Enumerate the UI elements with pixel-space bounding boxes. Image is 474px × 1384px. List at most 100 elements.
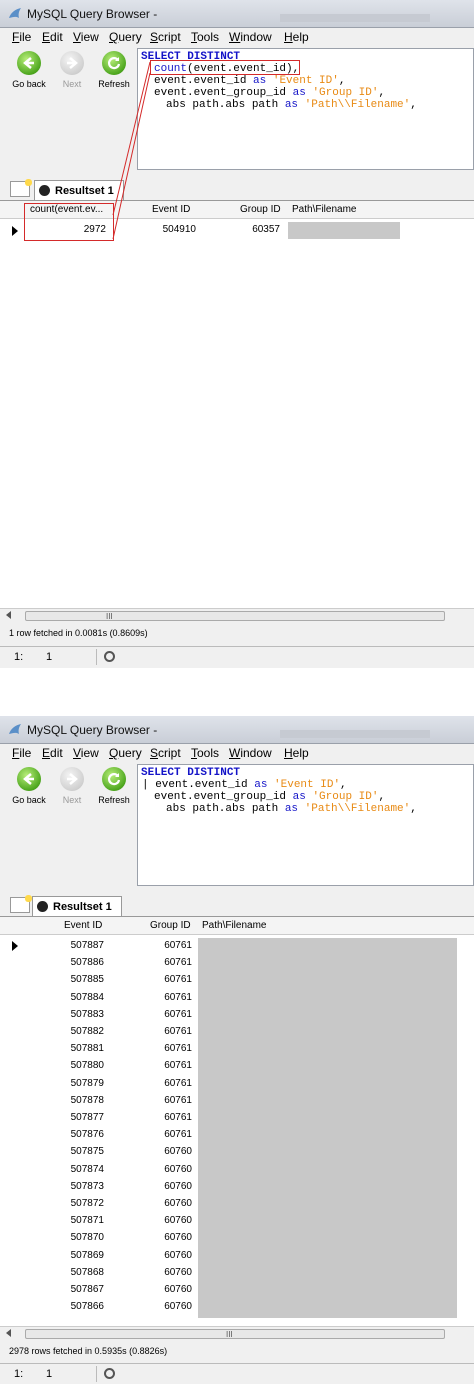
menu-item-script[interactable]: Script	[150, 746, 181, 760]
scroll-left-icon[interactable]	[6, 611, 11, 619]
grid-header: Event ID Group ID Path\Filename	[0, 917, 474, 935]
table-row[interactable]: 507868 60760	[0, 1265, 474, 1282]
table-row[interactable]: 507881 60761	[0, 1041, 474, 1058]
title-redacted	[280, 14, 430, 22]
table-row[interactable]: 507880 60761	[0, 1058, 474, 1075]
menu-item-edit[interactable]: Edit	[42, 30, 63, 44]
menu-bar: File Edit View Query Script Tools Window Help	[0, 28, 474, 46]
table-row[interactable]: 507875 60760	[0, 1144, 474, 1161]
dolphin-icon	[9, 8, 21, 18]
table-row[interactable]: 507870 60760	[0, 1230, 474, 1247]
menu-item-script[interactable]: Script	[150, 30, 181, 44]
column-header[interactable]: Event ID	[64, 920, 102, 931]
tab-resultset-1[interactable]: Resultset 1	[34, 180, 124, 200]
table-row[interactable]: 507885 60761	[0, 972, 474, 989]
table-row[interactable]: 507872 60760	[0, 1196, 474, 1213]
title-redacted	[280, 730, 430, 738]
menu-item-help[interactable]: Help	[284, 30, 309, 44]
column-header[interactable]: Path\Filename	[202, 920, 266, 931]
menu-item-file[interactable]: File	[12, 746, 31, 760]
dolphin-icon	[9, 724, 21, 734]
status-bar: 1: 1	[0, 646, 474, 666]
arrow-left-icon	[23, 773, 34, 785]
new-tab-icon[interactable]	[10, 895, 32, 913]
result-grid: count(event.ev... Event ID Group ID Path…	[0, 200, 474, 608]
table-row[interactable]: 507887 60761	[0, 938, 474, 955]
menu-item-window[interactable]: Window	[229, 30, 272, 44]
result-tabstrip: Resultset 1	[0, 178, 474, 200]
current-row-icon	[12, 226, 18, 236]
count-highlight-box	[150, 60, 300, 75]
next-button[interactable]: Next	[52, 51, 92, 99]
horizontal-scrollbar[interactable]: III	[0, 608, 474, 622]
table-row[interactable]: 507871 60760	[0, 1213, 474, 1230]
table-row[interactable]: 507874 60760	[0, 1162, 474, 1179]
go-back-button[interactable]: Go back	[9, 51, 49, 99]
sql-editor[interactable]: SELECT DISTINCT | event.event_id as 'Eve…	[137, 764, 474, 886]
next-button[interactable]: Next	[52, 767, 92, 815]
table-row[interactable]: 507876 60761	[0, 1127, 474, 1144]
result-status: 1 row fetched in 0.0081s (0.8609s)	[0, 625, 474, 641]
connection-icon	[104, 651, 115, 662]
refresh-icon	[107, 773, 121, 786]
refresh-button[interactable]: Refresh	[94, 767, 134, 815]
menu-item-file[interactable]: File	[12, 30, 31, 44]
scroll-left-icon[interactable]	[6, 1329, 11, 1337]
go-back-button[interactable]: Go back	[9, 767, 49, 815]
arrow-left-icon	[23, 57, 34, 69]
status-bar: 1: 1	[0, 1363, 474, 1383]
column-header[interactable]: Group ID	[240, 204, 281, 215]
count-result-highlight-box	[24, 203, 114, 241]
connection-icon	[104, 1368, 115, 1379]
menu-item-tools[interactable]: Tools	[191, 746, 219, 760]
window-title: MySQL Query Browser -	[27, 723, 158, 737]
menu-item-edit[interactable]: Edit	[42, 746, 63, 760]
result-grid: Event ID Group ID Path\Filename 507887 60…	[0, 916, 474, 1326]
tab-resultset-1[interactable]: Resultset 1	[32, 896, 122, 916]
table-row[interactable]: 507884 60761	[0, 990, 474, 1007]
table-row[interactable]: 507869 60760	[0, 1248, 474, 1265]
menu-item-help[interactable]: Help	[284, 746, 309, 760]
menu-item-window[interactable]: Window	[229, 746, 272, 760]
menu-item-query[interactable]: Query	[109, 30, 142, 44]
toolbar: Go back Next Refresh	[0, 762, 137, 886]
arrow-right-icon	[67, 57, 78, 69]
query-browser-window-1: MySQL Query Browser - File Edit View Query S…	[0, 0, 474, 668]
column-header[interactable]: Path\Filename	[292, 204, 356, 215]
table-row[interactable]: 507867 60760	[0, 1282, 474, 1299]
table-row[interactable]: 507882 60761	[0, 1024, 474, 1041]
menu-item-query[interactable]: Query	[109, 746, 142, 760]
arrow-right-icon	[67, 773, 78, 785]
title-bar: MySQL Query Browser -	[0, 0, 474, 28]
horizontal-scrollbar[interactable]: III	[0, 1326, 474, 1340]
refresh-icon	[107, 57, 121, 70]
scroll-thumb[interactable]: III	[25, 611, 445, 621]
sql-editor[interactable]: SELECT DISTINCT count(event.event_id), e…	[137, 48, 474, 170]
title-bar: MySQL Query Browser -	[0, 716, 474, 744]
table-row[interactable]: 507878 60761	[0, 1093, 474, 1110]
table-row[interactable]: 507873 60760	[0, 1179, 474, 1196]
menu-item-view[interactable]: View	[73, 30, 99, 44]
query-browser-window-2: MySQL Query Browser - File Edit View Query S…	[0, 716, 474, 1384]
path-cell-redacted	[288, 222, 400, 239]
resultset-icon	[37, 901, 48, 912]
table-row[interactable]: 507883 60761	[0, 1007, 474, 1024]
table-row[interactable]: 507879 60761	[0, 1076, 474, 1093]
menu-item-view[interactable]: View	[73, 746, 99, 760]
menu-bar: File Edit View Query Script Tools Window Help	[0, 744, 474, 762]
new-tab-icon[interactable]	[10, 179, 32, 197]
result-status: 2978 rows fetched in 0.5935s (0.8826s)	[0, 1343, 474, 1359]
refresh-button[interactable]: Refresh	[94, 51, 134, 99]
resultset-icon	[39, 185, 50, 196]
table-row[interactable]: 507866 60760	[0, 1299, 474, 1316]
table-row[interactable]: 507877 60761	[0, 1110, 474, 1127]
table-row[interactable]: 507886 60761	[0, 955, 474, 972]
menu-item-tools[interactable]: Tools	[191, 30, 219, 44]
current-row-icon	[12, 941, 18, 951]
toolbar: Go back Next Refresh	[0, 46, 137, 170]
window-title: MySQL Query Browser -	[27, 7, 158, 21]
column-header[interactable]: Event ID	[152, 204, 190, 215]
column-header[interactable]: Group ID	[150, 920, 191, 931]
result-tabstrip: Resultset 1	[0, 894, 474, 916]
scroll-thumb[interactable]: III	[25, 1329, 445, 1339]
